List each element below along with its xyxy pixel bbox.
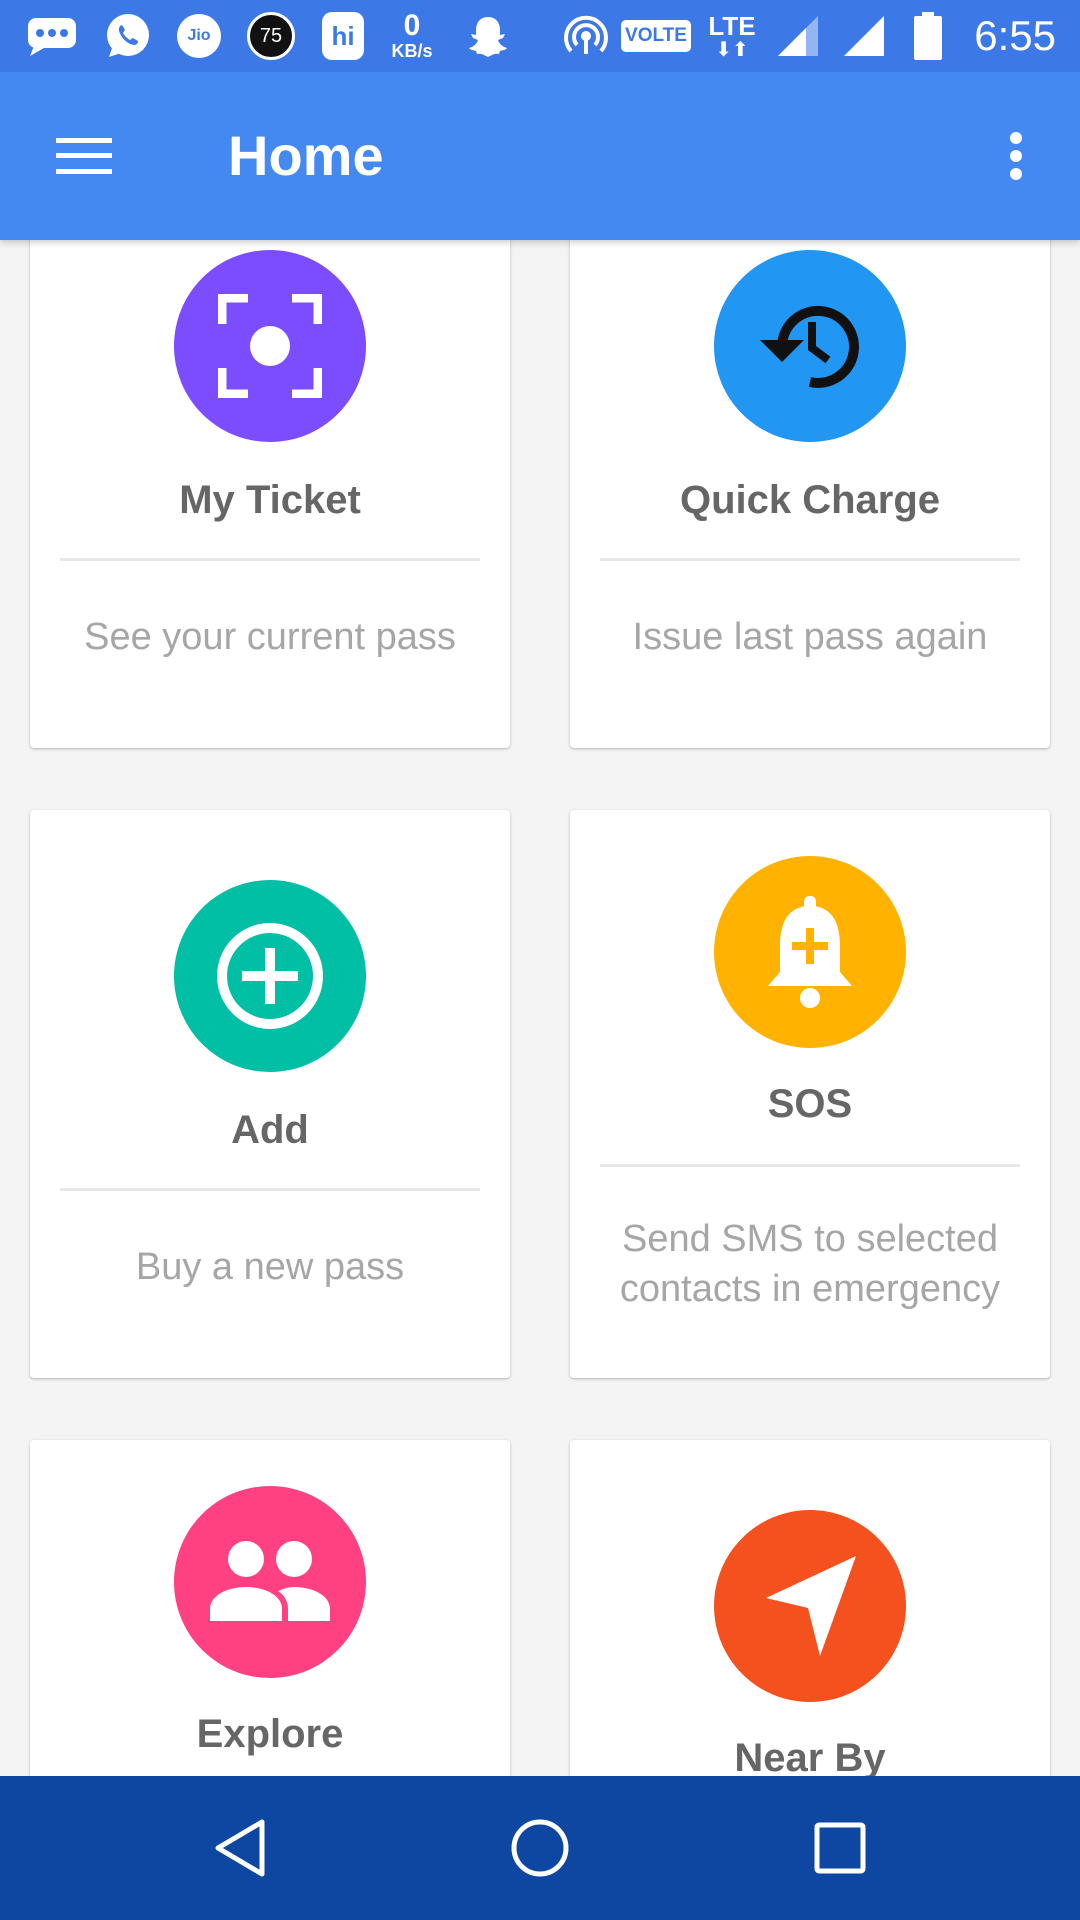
- card-title: My Ticket: [179, 478, 361, 522]
- hike-label: hi: [322, 12, 364, 60]
- divider: [60, 1188, 480, 1191]
- home-circle-icon[interactable]: [480, 1796, 600, 1900]
- add-circle-icon: [174, 880, 366, 1072]
- divider: [600, 558, 1020, 561]
- card-quick-charge[interactable]: Quick Charge Issue last pass again: [570, 240, 1050, 748]
- card-description: See your current pass: [84, 616, 456, 658]
- navigation-bar: [0, 1776, 1080, 1920]
- card-description: Send SMS to selected contacts in emergen…: [619, 1218, 1001, 1310]
- card-description: Issue last pass again: [632, 616, 988, 658]
- card-add[interactable]: Add Buy a new pass: [30, 810, 510, 1378]
- card-description: Buy a new pass: [135, 1246, 405, 1288]
- volte-label: VOLTE: [621, 20, 691, 52]
- volte-icon: VOLTE: [620, 8, 692, 64]
- divider: [600, 1164, 1020, 1167]
- net-speed-unit: KB/s: [391, 41, 433, 61]
- card-sos[interactable]: SOS Send SMS to selected contacts in eme…: [570, 810, 1050, 1378]
- signal-icon: [770, 8, 826, 64]
- navigation-icon: [714, 1510, 906, 1702]
- jio-icon: Jio: [174, 8, 224, 64]
- card-explore[interactable]: Explore: [30, 1440, 510, 1776]
- hotspot-icon: [558, 8, 614, 64]
- status-time: 6:55: [974, 12, 1056, 59]
- card-title: Near By: [734, 1736, 886, 1776]
- card-near-by[interactable]: Near By: [570, 1440, 1050, 1776]
- lte-label: LTE: [708, 11, 756, 41]
- net-speed-value: 0: [403, 9, 421, 42]
- snapchat-icon: [460, 8, 516, 64]
- jio-label: Jio: [177, 14, 221, 58]
- status-bar: Jio 75 hi 0 KB/s VOLTE LTE ⬇⬆ 6:55: [0, 0, 1080, 72]
- battery-icon: [908, 8, 948, 64]
- hamburger-menu-icon[interactable]: [40, 116, 128, 196]
- card-title: SOS: [767, 1082, 853, 1126]
- card-title: Add: [231, 1108, 309, 1152]
- lte-icon: LTE ⬇⬆: [708, 11, 756, 61]
- signal-icon: [836, 8, 892, 64]
- card-my-ticket[interactable]: My Ticket See your current pass: [30, 240, 510, 748]
- network-speed-icon: 0 KB/s: [384, 8, 440, 64]
- home-grid: My Ticket See your current pass Quick Ch…: [0, 240, 1080, 1776]
- alarm-add-bell-icon: [714, 856, 906, 1048]
- card-title: Explore: [196, 1712, 344, 1756]
- center-focus-icon: [174, 250, 366, 442]
- card-title: Quick Charge: [679, 478, 941, 522]
- whatsapp-icon: [100, 8, 156, 64]
- more-vertical-icon[interactable]: [968, 116, 1064, 196]
- people-icon: [174, 1486, 366, 1678]
- page-title: Home: [228, 124, 384, 187]
- app-bar: Home: [0, 72, 1080, 240]
- hike-icon: hi: [318, 8, 368, 64]
- back-triangle-icon[interactable]: [180, 1796, 300, 1900]
- badge-number: 75: [247, 12, 295, 60]
- recents-square-icon[interactable]: [780, 1796, 900, 1900]
- divider: [60, 558, 480, 561]
- restore-history-icon: [714, 250, 906, 442]
- screen: Jio 75 hi 0 KB/s VOLTE LTE ⬇⬆ 6:55 Home …: [0, 0, 1080, 1920]
- messaging-icon: [24, 8, 80, 64]
- badge-icon: 75: [244, 8, 298, 64]
